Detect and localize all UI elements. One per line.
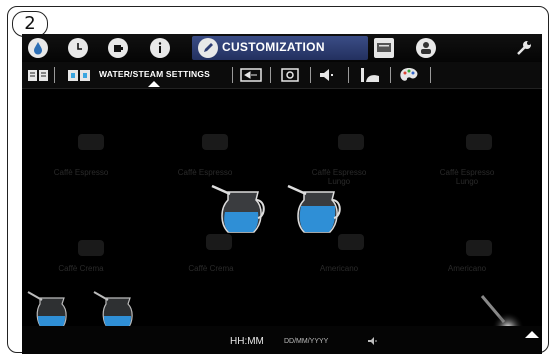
- beverage-icon: [338, 234, 364, 250]
- water-drop-icon[interactable]: [28, 38, 48, 58]
- beverage-icon: [78, 134, 104, 150]
- beverage-icon: [338, 134, 364, 150]
- pencil-icon: [198, 38, 218, 58]
- status-bar: HH:MM DD/MM/YYYY: [22, 326, 542, 354]
- camera-icon[interactable]: [280, 67, 300, 83]
- beverage-icon: [206, 234, 232, 250]
- scroll-up-arrow-icon[interactable]: [525, 331, 539, 338]
- separator: [348, 67, 349, 83]
- beverage-icon: [466, 134, 492, 150]
- separator: [430, 67, 431, 83]
- clock-icon[interactable]: [68, 38, 88, 58]
- info-icon[interactable]: [150, 38, 170, 58]
- cup-icon[interactable]: [108, 38, 128, 58]
- hot-water-jug-icon[interactable]: [208, 180, 278, 236]
- speaker-icon[interactable]: [318, 67, 338, 83]
- separator: [232, 67, 233, 83]
- beverage-icon: [78, 240, 104, 256]
- screen-icon[interactable]: [240, 67, 262, 83]
- separator: [270, 67, 271, 83]
- beverage-label: Caffè Crema: [58, 264, 104, 273]
- clock-date: DD/MM/YYYY: [284, 338, 329, 345]
- machine-display: CUSTOMIZATION WATER/STEAM SETTINGS Caffè…: [22, 34, 542, 354]
- display-icon[interactable]: [374, 38, 394, 58]
- sub-tab-water-steam-settings[interactable]: WATER/STEAM SETTINGS: [99, 69, 210, 79]
- tab-customization[interactable]: CUSTOMIZATION: [192, 36, 368, 60]
- beverage-label: Caffè Espresso Lungo: [439, 168, 495, 186]
- user-icon[interactable]: [416, 38, 436, 58]
- water-steam-icon[interactable]: [66, 67, 94, 83]
- beverage-label: Caffè Crema: [188, 264, 234, 273]
- cup-shelf-icon[interactable]: [358, 67, 382, 83]
- top-nav-bar: CUSTOMIZATION: [22, 34, 542, 62]
- sub-nav-bar: WATER/STEAM SETTINGS: [22, 62, 542, 89]
- active-tab-label: CUSTOMIZATION: [222, 40, 325, 54]
- volume-icon[interactable]: [368, 337, 378, 345]
- wrench-icon[interactable]: [514, 38, 534, 58]
- beverage-label: Caffè Espresso: [53, 168, 109, 177]
- clock-time: HH:MM: [230, 336, 264, 347]
- palette-icon[interactable]: [398, 67, 420, 83]
- beverage-icon: [466, 240, 492, 256]
- separator: [54, 67, 55, 83]
- hot-water-jug-icon[interactable]: [284, 180, 354, 236]
- active-indicator: [148, 81, 160, 87]
- beverage-label: Caffè Espresso: [177, 168, 233, 177]
- beverage-label: Americano: [447, 264, 487, 273]
- beverage-icon: [202, 134, 228, 150]
- separator: [310, 67, 311, 83]
- book-icon[interactable]: [26, 67, 50, 83]
- beverage-label: Americano: [319, 264, 359, 273]
- separator: [390, 67, 391, 83]
